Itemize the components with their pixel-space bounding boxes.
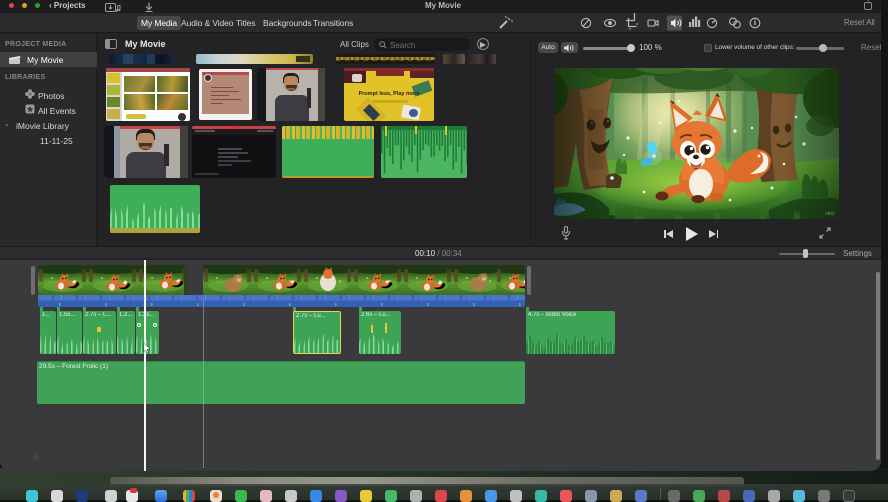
svg-text:VEO: VEO: [825, 211, 835, 216]
